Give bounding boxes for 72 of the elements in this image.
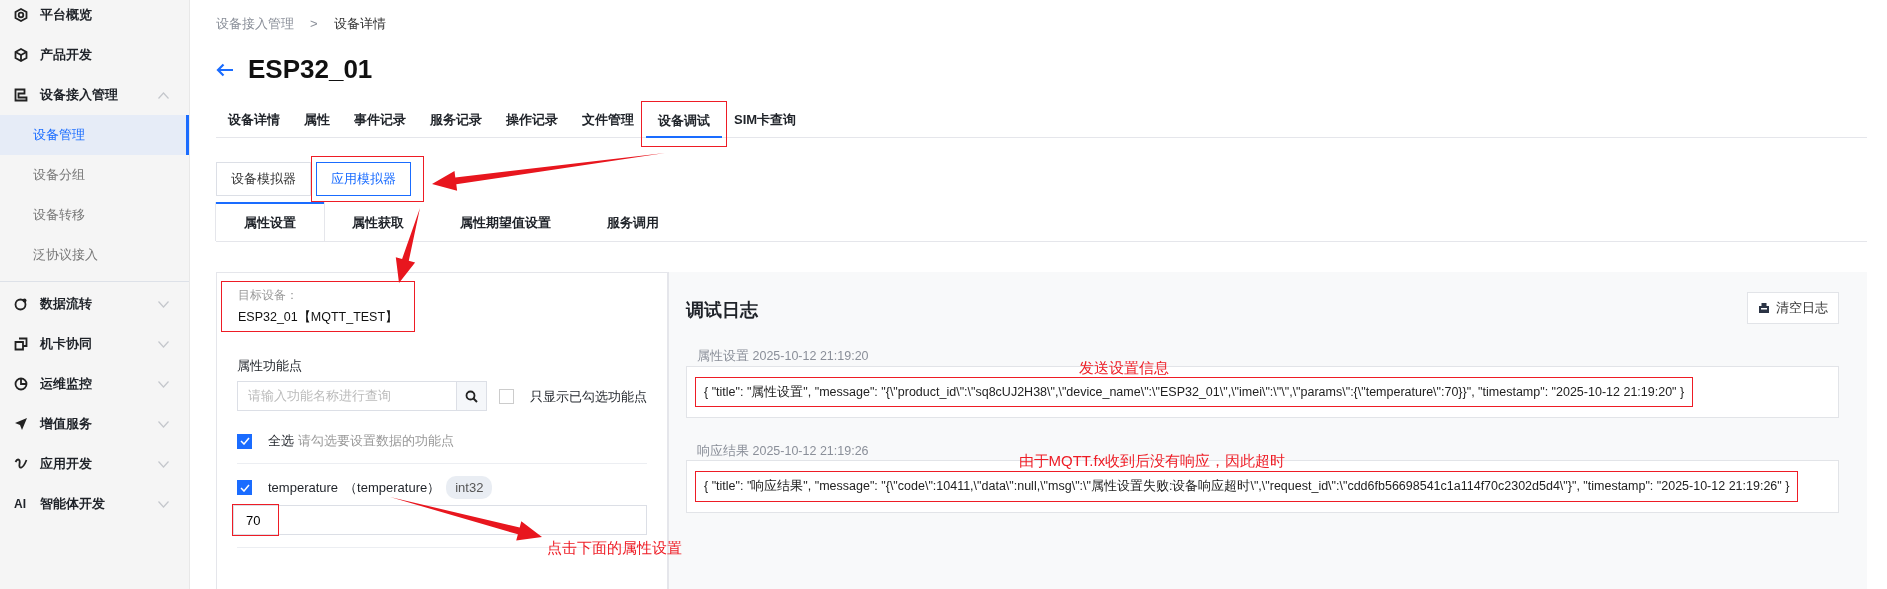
circle-icon — [14, 297, 28, 311]
search-icon — [465, 389, 478, 403]
type-badge: int32 — [446, 475, 493, 500]
frame-icon — [14, 88, 28, 102]
chevron-down-icon — [158, 380, 169, 388]
sidebar-item[interactable]: 设备接入管理 — [0, 75, 189, 115]
sidebar-item[interactable]: 数据流转 — [0, 284, 189, 324]
tab[interactable]: 属性设置 — [216, 202, 324, 241]
tab[interactable]: 设备调试 — [646, 106, 722, 138]
sidebar-item[interactable]: 机卡协同 — [0, 324, 189, 364]
tab[interactable]: 文件管理 — [570, 105, 646, 137]
tab[interactable]: 事件记录 — [342, 105, 418, 137]
sidebar-item[interactable]: 产品开发 — [0, 35, 189, 75]
chevron-down-icon — [158, 500, 169, 508]
sidebar-item[interactable]: 运维监控 — [0, 364, 189, 404]
log-message: { "title": "属性设置", "message": "{\"product_id\":\"sq8cUJ2H38\",\"device_name\":\"ESP32_01\",\"imei\":\"\",\"params\":{\"temperature\":70}}", "timestamp": "2025-10-12 21:19:20" } — [695, 376, 1694, 408]
panel-title: 调试日志 — [686, 300, 758, 322]
tab[interactable]: 属性 — [292, 105, 342, 137]
checkbox[interactable] — [499, 388, 514, 404]
field-label: 目标设备： — [238, 287, 299, 304]
tab[interactable]: 属性期望值设置 — [432, 202, 579, 241]
breadcrumb-item: 设备详情 — [333, 15, 386, 33]
chevron-down-icon — [158, 300, 169, 308]
log-label: 属性设置 2025-10-12 21:19:20 — [697, 347, 869, 365]
field-label: 属性功能点 — [237, 356, 303, 375]
chevron-up-icon — [158, 91, 169, 99]
chevron-down-icon — [158, 460, 169, 468]
sidebar-item[interactable]: 应用开发 — [0, 444, 189, 484]
tab[interactable]: 服务调用 — [579, 202, 687, 241]
property-name: temperature — [268, 478, 339, 497]
tab[interactable]: 操作记录 — [494, 105, 570, 137]
sidebar-item[interactable]: 平台概览 — [0, 0, 189, 35]
value-field[interactable]: 70 — [233, 505, 647, 536]
checkbox[interactable] — [237, 433, 252, 449]
cube-icon — [14, 48, 28, 62]
squares-icon — [14, 337, 28, 351]
annotation-note: 点击下面的属性设置 — [547, 538, 682, 558]
chevron-down-icon — [158, 420, 169, 428]
log-label: 响应结果 2025-10-12 21:19:26 — [697, 442, 869, 460]
tab[interactable]: 设备详情 — [216, 105, 292, 137]
tab[interactable]: 服务记录 — [418, 105, 494, 137]
chevron-down-icon — [158, 340, 169, 348]
property-identifier: （temperature） — [344, 478, 441, 497]
tab[interactable]: SIM卡查询 — [722, 105, 809, 137]
annotation-note: 由于MQTT.fx收到后没有响应，因此超时 — [1018, 450, 1286, 471]
checkbox-label: 全选 请勾选要设置数据的功能点 — [268, 432, 454, 451]
sidebar-subitem[interactable]: 设备管理 — [0, 115, 189, 155]
field-value: ESP32_01【MQTT_TEST】 — [238, 309, 399, 326]
curve-icon — [14, 457, 28, 471]
pie-chart-icon — [14, 377, 28, 391]
mode-button[interactable]: 设备模拟器 — [216, 162, 311, 196]
ai-icon: AI — [14, 495, 30, 513]
search-field[interactable]: 请输入功能名称进行查询 — [237, 381, 457, 412]
sidebar-subitem[interactable]: 设备转移 — [0, 195, 189, 235]
sidebar-item[interactable]: 增值服务 — [0, 404, 189, 444]
paper-plane-icon — [14, 417, 28, 431]
back-arrow-icon[interactable] — [216, 63, 234, 77]
annotation-note: 发送设置信息 — [1078, 358, 1169, 378]
trash-icon — [1758, 301, 1770, 314]
sidebar-item[interactable]: AI 智能体开发 — [0, 484, 189, 524]
checkbox[interactable] — [237, 480, 252, 495]
log-message: { "title": "响应结果", "message": "{\"code\":10411,\"data\":null,\"msg\":\"属性设置失败:设备响应超时\",\"request_id\":\"cdd6fb56698541c1a114f70c2302d5d4\"}", "timestamp": "2025-10-12 21:19:26" } — [695, 471, 1799, 502]
sidebar-subitem[interactable]: 泛协议接入 — [0, 235, 189, 275]
sidebar-subitem[interactable]: 设备分组 — [0, 155, 189, 195]
breadcrumb-separator: > — [310, 15, 318, 33]
checkbox-label: 只显示已勾选功能点 — [530, 387, 647, 406]
clear-log-button[interactable]: 清空日志 — [1747, 292, 1839, 324]
page-title: ESP32_01 — [248, 54, 373, 86]
search-button[interactable] — [457, 381, 487, 412]
tab[interactable]: 属性获取 — [324, 202, 432, 241]
hexagon-icon — [14, 8, 28, 22]
mode-button[interactable]: 应用模拟器 — [316, 162, 411, 196]
